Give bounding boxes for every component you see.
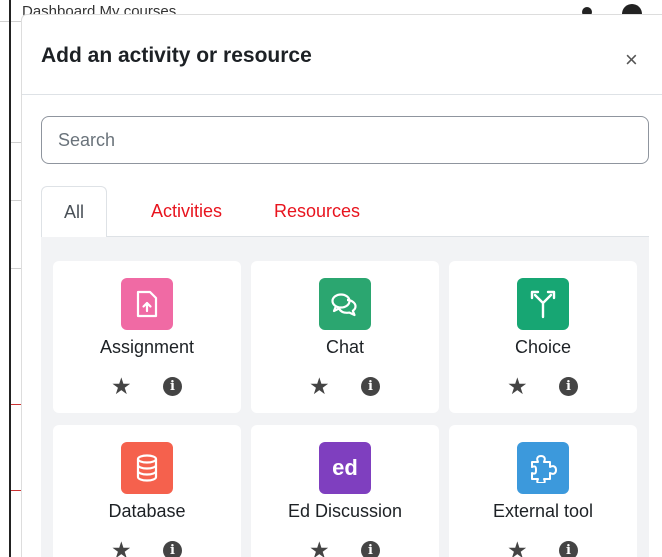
module-card-ed-discussion[interactable]: ed Ed Discussion ★ i [251, 425, 439, 557]
card-actions: ★ i [449, 539, 637, 557]
choice-icon [517, 278, 569, 330]
info-icon[interactable]: i [559, 377, 578, 396]
star-icon[interactable]: ★ [507, 375, 528, 398]
module-name: Chat [325, 337, 365, 357]
activity-chooser-modal: Add an activity or resource × All Activi… [21, 14, 662, 557]
background-divider [11, 142, 21, 143]
info-icon[interactable]: i [163, 377, 182, 396]
tab-bar: All Activities Resources [41, 186, 649, 238]
background-divider [11, 490, 21, 491]
card-actions: ★ i [53, 375, 241, 401]
module-grid: Assignment ★ i Chat ★ i Choice ★ i Datab… [41, 237, 649, 557]
background-divider [11, 404, 21, 405]
info-icon[interactable]: i [361, 541, 380, 557]
background-divider [11, 268, 21, 269]
chat-icon [319, 278, 371, 330]
module-name: Ed Discussion [287, 501, 403, 521]
modal-title: Add an activity or resource [41, 44, 312, 67]
info-icon[interactable]: i [163, 541, 182, 557]
assignment-icon [121, 278, 173, 330]
module-card-external-tool[interactable]: External tool ★ i [449, 425, 637, 557]
tab-all[interactable]: All [41, 186, 108, 238]
star-icon[interactable]: ★ [309, 539, 330, 557]
card-actions: ★ i [251, 539, 439, 557]
background-divider [11, 200, 21, 201]
star-icon[interactable]: ★ [507, 539, 528, 557]
module-card-choice[interactable]: Choice ★ i [449, 261, 637, 413]
star-icon[interactable]: ★ [309, 375, 330, 398]
close-icon[interactable]: × [625, 49, 638, 71]
database-icon [121, 442, 173, 494]
module-name: Choice [514, 337, 572, 357]
search-input[interactable] [41, 116, 649, 164]
module-name: Database [108, 501, 186, 521]
info-icon[interactable]: i [361, 377, 380, 396]
ed-discussion-icon: ed [319, 442, 371, 494]
module-card-assignment[interactable]: Assignment ★ i [53, 261, 241, 413]
tab-resources[interactable]: Resources [252, 186, 382, 237]
module-card-chat[interactable]: Chat ★ i [251, 261, 439, 413]
module-card-database[interactable]: Database ★ i [53, 425, 241, 557]
card-actions: ★ i [251, 375, 439, 401]
card-actions: ★ i [449, 375, 637, 401]
tab-activities[interactable]: Activities [129, 186, 244, 237]
card-actions: ★ i [53, 539, 241, 557]
star-icon[interactable]: ★ [111, 375, 132, 398]
module-name: Assignment [99, 337, 195, 357]
ed-discussion-logo-text: ed [332, 455, 358, 480]
star-icon[interactable]: ★ [111, 539, 132, 557]
module-name: External tool [492, 501, 594, 521]
puzzle-icon [517, 442, 569, 494]
info-icon[interactable]: i [559, 541, 578, 557]
modal-header: Add an activity or resource × [22, 15, 662, 95]
background-panel-edge [9, 0, 11, 557]
